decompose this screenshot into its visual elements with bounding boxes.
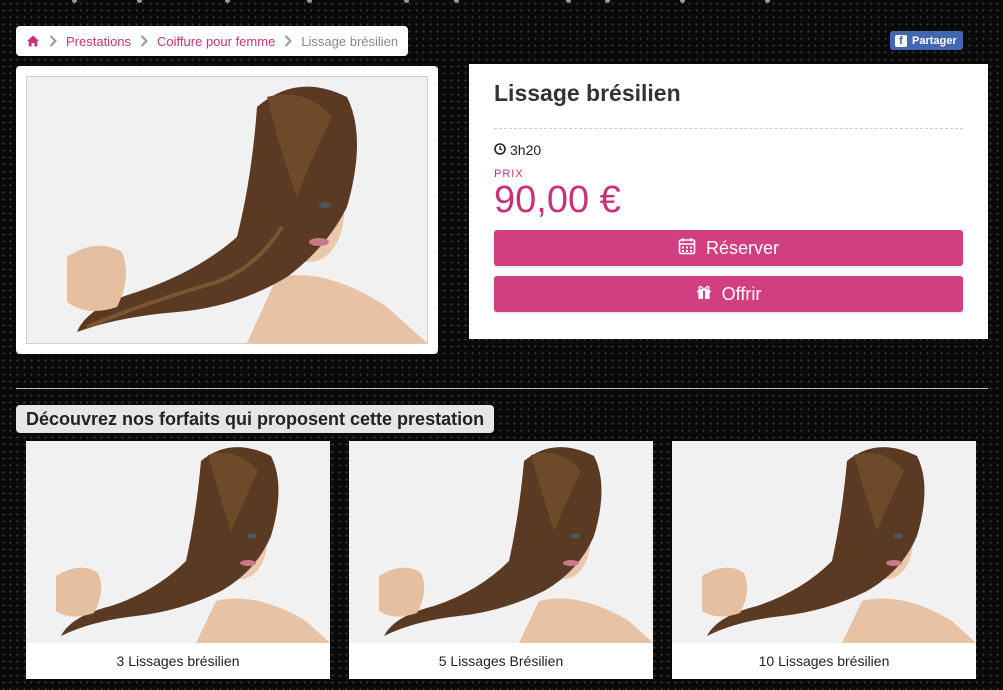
share-label: Partager <box>912 34 957 47</box>
price-value: 90,00 € <box>494 179 621 221</box>
offer-button[interactable]: Offrir <box>494 276 963 312</box>
chevron-right-icon <box>279 35 297 47</box>
breadcrumb-current: Lissage brésilien <box>301 33 399 49</box>
package-name: 5 Lissages Brésilien <box>438 653 564 669</box>
package-card[interactable]: 5 Lissages Brésilien <box>349 441 653 679</box>
package-name: 10 Lissages brésilien <box>758 653 890 669</box>
service-photo-card <box>16 66 438 354</box>
service-info-card: Lissage brésilien 3h20 PRIX 90,00 € Rése… <box>469 64 988 339</box>
home-icon[interactable] <box>26 34 40 48</box>
package-photo <box>26 441 330 643</box>
section-divider <box>16 388 988 389</box>
top-menu-marks <box>0 0 1003 6</box>
package-card[interactable]: 3 Lissages brésilien <box>26 441 330 679</box>
service-title: Lissage brésilien <box>494 80 681 106</box>
duration-value: 3h20 <box>510 142 542 158</box>
divider <box>494 128 963 129</box>
chevron-right-icon <box>44 35 62 47</box>
breadcrumb-link-coiffure[interactable]: Coiffure pour femme <box>157 34 275 49</box>
clock-icon <box>494 142 506 158</box>
package-name: 3 Lissages brésilien <box>116 653 240 669</box>
packages-title: Découvrez nos forfaits qui proposent cet… <box>16 405 495 433</box>
chevron-right-icon <box>135 35 153 47</box>
facebook-share-button[interactable]: f Partager <box>890 31 963 50</box>
reserve-button[interactable]: Réserver <box>494 230 963 266</box>
service-duration: 3h20 <box>494 142 963 158</box>
service-photo <box>26 76 428 344</box>
reserve-label: Réserver <box>705 237 780 258</box>
package-photo <box>349 441 653 643</box>
gift-icon <box>696 284 712 305</box>
breadcrumb-link-prestations[interactable]: Prestations <box>66 34 131 49</box>
package-card[interactable]: 10 Lissages brésilien <box>672 441 976 679</box>
calendar-icon <box>678 237 696 260</box>
facebook-icon: f <box>895 34 907 47</box>
package-photo <box>672 441 976 643</box>
breadcrumb: Prestations Coiffure pour femme Lissage … <box>16 26 409 56</box>
offer-label: Offrir <box>721 283 762 304</box>
